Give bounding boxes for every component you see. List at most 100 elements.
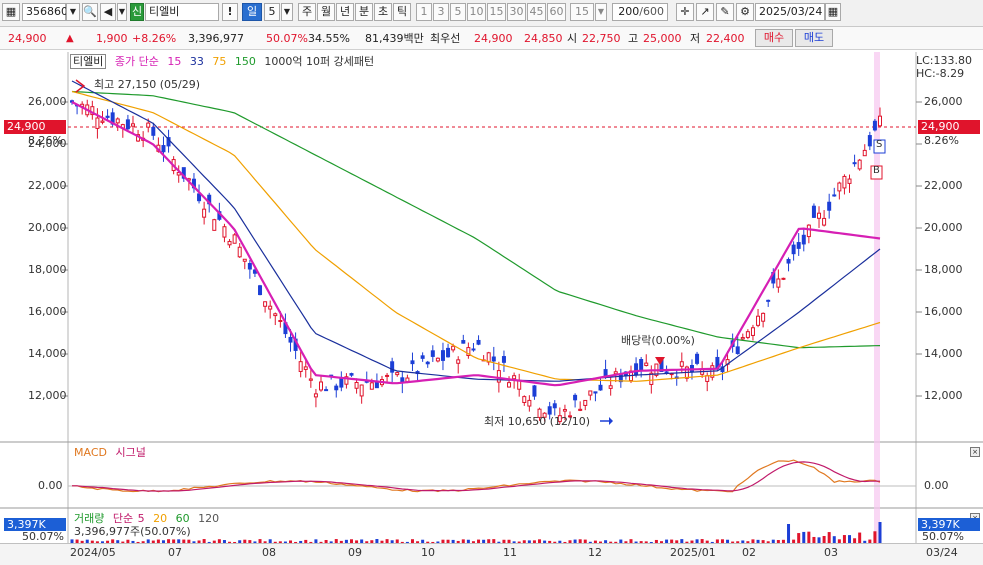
crosshair-icon[interactable]: ✛ xyxy=(676,3,694,21)
period-minute-button[interactable]: 분 xyxy=(355,3,373,21)
macd-legend: MACD 시그널 xyxy=(74,446,151,459)
period-second-button[interactable]: 초 xyxy=(374,3,392,21)
quote-bar: 24,900 ▲ 1,900 +8.26% 3,396,977 50.07% 3… xyxy=(0,27,983,50)
legend-stock-name[interactable]: 티엘비 xyxy=(70,54,107,69)
period-month-button[interactable]: 월 xyxy=(317,3,335,21)
candle-body xyxy=(613,371,618,375)
interval-15[interactable]: 15 xyxy=(487,3,506,21)
speaker-dropdown-icon[interactable]: ▼ xyxy=(117,3,127,21)
period-dropdown-icon[interactable]: ▼ xyxy=(281,3,293,21)
trend-icon[interactable]: ↗ xyxy=(696,3,714,21)
stock-code-input[interactable]: 356860 xyxy=(22,3,68,21)
candle-body xyxy=(237,246,242,258)
y-tick-right-20000: 20,000 xyxy=(924,221,963,234)
candle-body xyxy=(435,357,440,362)
interval-3[interactable]: 3 xyxy=(433,3,449,21)
legend-ma15: 15 xyxy=(167,55,182,68)
candle-body xyxy=(395,372,400,376)
settings-icon[interactable]: ⚙ xyxy=(736,3,754,21)
candle-body xyxy=(593,391,598,394)
interval-30[interactable]: 30 xyxy=(507,3,526,21)
sell-button[interactable]: 매도 xyxy=(795,29,833,47)
drawing-icon[interactable]: ✎ xyxy=(716,3,734,21)
low-label: 저 xyxy=(690,32,701,45)
interval-custom[interactable]: 15 xyxy=(570,3,594,21)
volume-ma20: 20 xyxy=(153,512,168,525)
current-pct-right: 8.26% xyxy=(924,134,959,147)
candle-body xyxy=(862,149,867,157)
candle-body xyxy=(319,381,324,391)
best-ask-label: 최우선 xyxy=(430,32,461,45)
close-icon[interactable]: × xyxy=(970,447,980,457)
period-tick-button[interactable]: 틱 xyxy=(393,3,411,21)
candle-body xyxy=(354,381,359,389)
interval-10[interactable]: 10 xyxy=(467,3,486,21)
period-day-button[interactable]: 일 xyxy=(242,3,262,21)
stock-name-field[interactable]: 티엘비 xyxy=(145,3,219,21)
candle-body xyxy=(562,409,567,412)
low-annotation: 최저 10,650 (12/10) xyxy=(484,415,591,428)
candle-body xyxy=(822,217,827,226)
candle-body xyxy=(832,194,837,197)
interval-1[interactable]: 1 xyxy=(416,3,432,21)
candle-body xyxy=(806,224,811,238)
current-price-tag-left: 24,900 xyxy=(4,120,66,134)
grid-icon[interactable]: ▦ xyxy=(2,3,20,21)
count-total: /600 xyxy=(639,5,664,18)
speaker-icon[interactable]: ◀ xyxy=(100,3,116,21)
candle-body xyxy=(95,117,100,129)
candle-body xyxy=(512,375,517,380)
x-tick: 2024/05 xyxy=(70,546,116,559)
y-tick-26000: 26,000 xyxy=(28,95,67,108)
count-field[interactable]: 200/600 xyxy=(612,3,668,21)
chart-area[interactable]: 26,000 24,000 22,000 20,000 18,000 16,00… xyxy=(0,52,983,564)
dividend-annotation: 배당락(0.00%) xyxy=(621,334,695,347)
volume-bar xyxy=(832,536,836,543)
candle-body xyxy=(573,394,578,401)
best-bid: 24,850 xyxy=(524,32,563,45)
candle-body xyxy=(456,359,461,364)
code-dropdown-icon[interactable]: ▼ xyxy=(66,3,80,21)
candle-body xyxy=(115,118,120,124)
y-tick-right-22000: 22,000 xyxy=(924,179,963,192)
period-week-button[interactable]: 주 xyxy=(298,3,316,21)
interval-60[interactable]: 60 xyxy=(547,3,566,21)
y-tick-right-26000: 26,000 xyxy=(924,95,963,108)
candle-body xyxy=(100,120,105,123)
candle-body xyxy=(298,361,303,372)
turnover-ratio: 34.55% xyxy=(308,32,350,45)
candle-body xyxy=(273,313,278,317)
y-tick-right-18000: 18,000 xyxy=(924,263,963,276)
alert-icon[interactable]: ! xyxy=(222,3,238,21)
candle-body xyxy=(786,258,791,264)
volume-label: 거래량 xyxy=(74,512,105,525)
candle-body xyxy=(212,219,217,231)
volume-legend: 거래량 단순 5 20 60 120 xyxy=(74,512,224,525)
candle-body xyxy=(501,356,506,363)
interval-45[interactable]: 45 xyxy=(527,3,546,21)
candle-body xyxy=(242,258,247,262)
volume-ma120: 120 xyxy=(198,512,220,525)
period-year-button[interactable]: 년 xyxy=(336,3,354,21)
volume-bar xyxy=(873,531,877,543)
interval-dropdown-icon[interactable]: ▼ xyxy=(595,3,607,21)
period-number[interactable]: 5 xyxy=(264,3,280,21)
volume-bar xyxy=(848,535,852,543)
candle-body xyxy=(105,115,110,118)
x-tick: 2025/01 xyxy=(670,546,716,559)
buy-button[interactable]: 매수 xyxy=(755,29,793,47)
candle-body xyxy=(766,299,771,302)
calendar-icon[interactable]: ▦ xyxy=(825,3,841,21)
candle-body xyxy=(532,385,537,397)
macd-zero-left: 0.00 xyxy=(38,479,63,492)
volume-bar xyxy=(787,524,791,543)
candle-body xyxy=(227,240,232,246)
date-field[interactable]: 2025/03/24 xyxy=(755,3,825,21)
search-icon[interactable]: 🔍 xyxy=(82,3,98,21)
candle-body xyxy=(476,339,481,345)
current-price: 24,900 xyxy=(8,32,47,45)
candle-body xyxy=(522,396,527,403)
candle-body xyxy=(202,208,207,218)
interval-5[interactable]: 5 xyxy=(450,3,466,21)
candle-body xyxy=(410,360,415,365)
